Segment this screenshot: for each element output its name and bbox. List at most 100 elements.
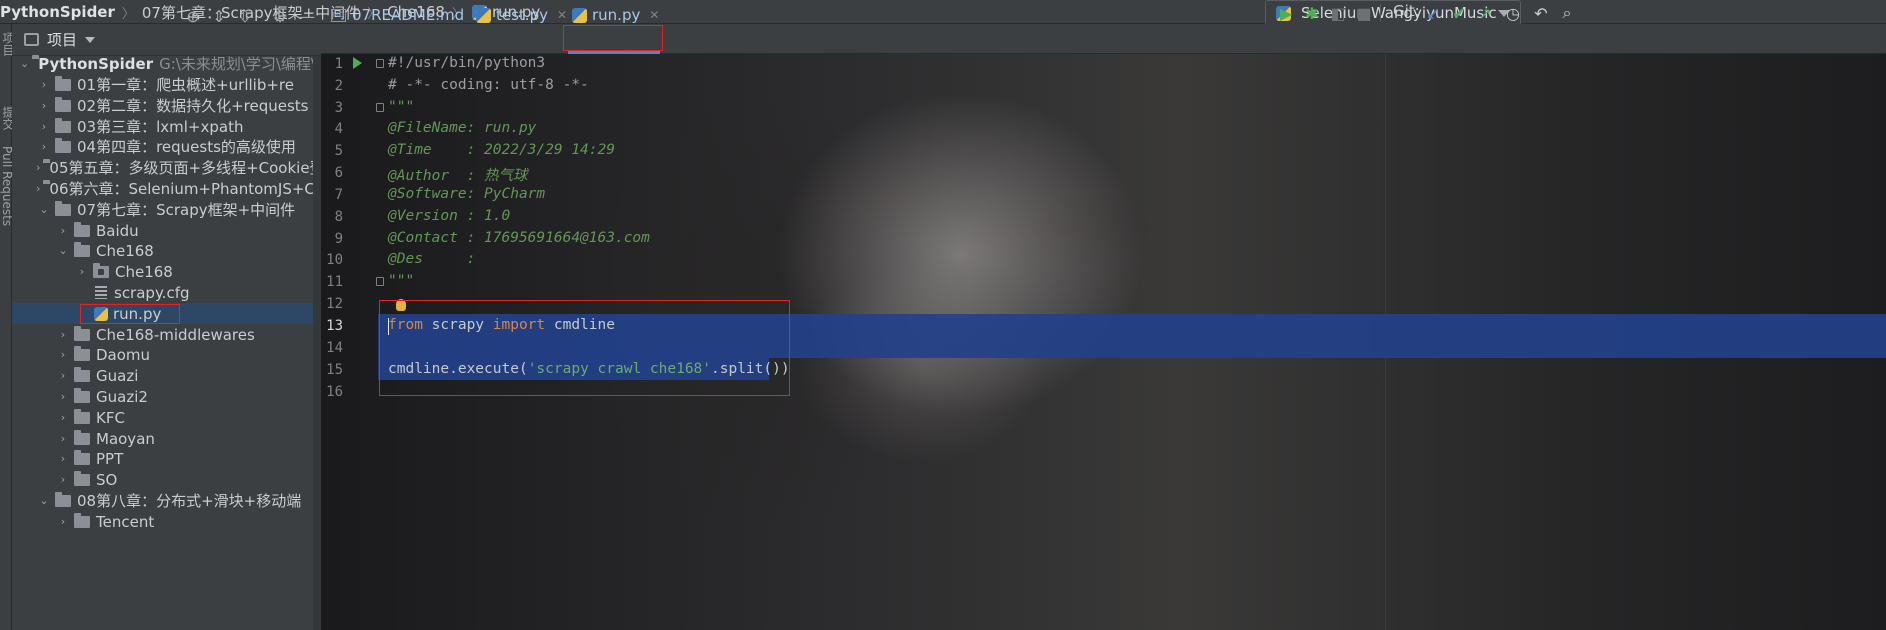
- tab-test-py[interactable]: test.py ✕: [476, 0, 567, 30]
- chevron-right-icon[interactable]: ›: [55, 452, 71, 465]
- chevron-right-icon: 〉: [121, 6, 135, 22]
- debug-button[interactable]: ✱: [1301, 2, 1323, 24]
- tree-item-kfc[interactable]: › KFC: [12, 407, 321, 428]
- tree-item-root[interactable]: ⌄ PythonSpider G:\未来规划\学习\编程\python: [12, 53, 368, 74]
- project-panel-header: 项目: [12, 24, 321, 56]
- git-update-icon[interactable]: ↙: [1422, 2, 1444, 24]
- breadcrumb-project[interactable]: PythonSpider: [0, 3, 115, 21]
- folder-icon: [74, 221, 90, 237]
- chevron-right-icon[interactable]: ›: [36, 99, 52, 112]
- tab-label: test.py: [496, 6, 548, 24]
- fold-marker-icon[interactable]: [376, 103, 384, 112]
- tree-item-label: Che168: [115, 262, 173, 281]
- chevron-right-icon[interactable]: ›: [55, 515, 71, 528]
- tab-readme[interactable]: MD 07README.md ✕: [331, 0, 483, 30]
- expand-all-icon[interactable]: ⇕: [208, 5, 230, 27]
- chevron-right-icon[interactable]: ›: [36, 182, 40, 195]
- run-button[interactable]: ▶: [1275, 2, 1297, 24]
- chevron-right-icon[interactable]: ›: [36, 78, 52, 91]
- folder-icon: [74, 325, 90, 341]
- line-number: 14: [326, 340, 343, 356]
- project-view-selector[interactable]: 项目: [47, 29, 77, 50]
- code-line-5: @Time : 2022/3/29 14:29: [388, 142, 615, 158]
- tree-item-label: Tencent: [96, 512, 155, 531]
- chevron-right-icon[interactable]: ›: [55, 328, 71, 341]
- chevron-right-icon[interactable]: ›: [55, 473, 71, 486]
- folder-icon: [55, 491, 71, 507]
- tree-item-che168-middlewares[interactable]: › Che168-middlewares: [12, 324, 321, 345]
- run-gutter-icon[interactable]: [353, 57, 362, 69]
- python-file-icon: [476, 7, 491, 23]
- code-line-9: @Contact : 17695691664@163.com: [388, 230, 650, 246]
- editor-scrollbar[interactable]: [1874, 54, 1886, 630]
- chevron-right-icon[interactable]: ›: [36, 161, 40, 174]
- chevron-down-icon[interactable]: ⌄: [36, 203, 52, 216]
- tree-item-chapter-8[interactable]: ⌄ 08第八章：分布式+滑块+移动端: [12, 490, 321, 511]
- tool-window-strip: 项目 提交 Pull Requests: [0, 24, 15, 630]
- chevron-down-icon[interactable]: ⌄: [36, 494, 52, 507]
- folder-icon: [55, 200, 71, 216]
- collapse-all-icon[interactable]: ⇳: [234, 5, 256, 27]
- close-icon[interactable]: ✕: [649, 8, 659, 22]
- git-push-icon[interactable]: ↗: [1474, 2, 1496, 24]
- tree-item-daomu[interactable]: › Daomu: [12, 344, 321, 365]
- chevron-right-icon[interactable]: ›: [55, 432, 71, 445]
- rollback-icon[interactable]: ↶: [1530, 2, 1552, 24]
- fold-marker-icon[interactable]: [376, 277, 384, 286]
- tree-item-baidu[interactable]: › Baidu: [12, 220, 321, 241]
- tree-item-chapter-3[interactable]: › 03第三章：lxml+xpath: [12, 116, 321, 137]
- chevron-right-icon[interactable]: ›: [55, 411, 71, 424]
- tree-item-label: 02第二章：数据持久化+requests: [77, 97, 309, 115]
- tree-item-chapter-6[interactable]: › 06第六章：Selenium+PhantomJS+Chrom: [12, 178, 354, 199]
- tree-item-guazi[interactable]: › Guazi: [12, 365, 321, 386]
- package-folder-icon: [93, 262, 109, 278]
- tree-item-chapter-1[interactable]: › 01第一章：爬虫概述+urllib+re: [12, 74, 321, 95]
- line-number: 5: [334, 143, 343, 159]
- chevron-right-icon[interactable]: ›: [36, 120, 52, 133]
- tree-item-scrapy-cfg[interactable]: scrapy.cfg: [12, 282, 321, 303]
- chevron-right-icon[interactable]: ›: [74, 265, 90, 278]
- folder-icon: [74, 470, 90, 486]
- history-icon[interactable]: ◷: [1502, 2, 1524, 24]
- folder-icon: [74, 241, 90, 257]
- tree-item-tencent[interactable]: › Tencent: [12, 511, 321, 532]
- chevron-right-icon[interactable]: ›: [55, 390, 71, 403]
- git-commit-icon[interactable]: ✔: [1448, 2, 1470, 24]
- tree-item-ppt[interactable]: › PPT: [12, 448, 321, 469]
- chevron-down-icon[interactable]: ⌄: [55, 244, 71, 257]
- line-number: 12: [326, 296, 343, 312]
- chevron-down-icon[interactable]: ⌄: [20, 57, 29, 70]
- tree-item-che168-package[interactable]: › Che168: [12, 261, 321, 282]
- tree-item-chapter-5[interactable]: › 05第五章：多级页面+多线程+Cookie登录: [12, 157, 340, 178]
- tree-item-label: 03第三章：lxml+xpath: [77, 118, 244, 136]
- hide-panel-icon[interactable]: —: [296, 5, 318, 27]
- tree-item-label: Guazi: [96, 366, 139, 385]
- tree-item-label: 04第四章：requests的高级使用: [77, 138, 296, 156]
- tree-item-guazi2[interactable]: › Guazi2: [12, 386, 321, 407]
- tree-item-chapter-7[interactable]: ⌄ 07第七章：Scrapy框架+中间件: [12, 199, 321, 220]
- tree-item-so[interactable]: › SO: [12, 469, 321, 490]
- code-line-8: @Version : 1.0: [388, 208, 511, 224]
- tree-item-chapter-2[interactable]: › 02第二章：数据持久化+requests: [12, 95, 321, 116]
- code-line-2: # -*- coding: utf-8 -*-: [388, 77, 589, 93]
- line-number: 11: [326, 274, 343, 290]
- tree-item-maoyan[interactable]: › Maoyan: [12, 428, 321, 449]
- gear-icon[interactable]: ⚙: [269, 5, 291, 27]
- tree-item-chapter-4[interactable]: › 04第四章：requests的高级使用: [12, 136, 321, 157]
- close-icon[interactable]: ✕: [557, 8, 567, 22]
- chevron-right-icon[interactable]: ›: [36, 140, 52, 153]
- folder-icon: [74, 387, 90, 403]
- tree-item-label: Che168-middlewares: [96, 325, 255, 344]
- project-scrollbar[interactable]: [313, 56, 321, 630]
- locate-file-icon[interactable]: ⊕: [182, 5, 204, 27]
- chevron-right-icon[interactable]: ›: [55, 348, 71, 361]
- chevron-right-icon[interactable]: ›: [55, 369, 71, 382]
- chevron-right-icon[interactable]: ›: [55, 224, 71, 237]
- stop-button[interactable]: ■: [1353, 2, 1375, 24]
- coverage-button[interactable]: ◧: [1327, 2, 1349, 24]
- chevron-down-icon[interactable]: [85, 36, 96, 43]
- tree-item-che168[interactable]: ⌄ Che168: [12, 240, 321, 261]
- search-everywhere-icon[interactable]: ⌕: [1556, 2, 1578, 24]
- fold-marker-icon[interactable]: [376, 59, 384, 68]
- highlight-box-code: [379, 300, 790, 396]
